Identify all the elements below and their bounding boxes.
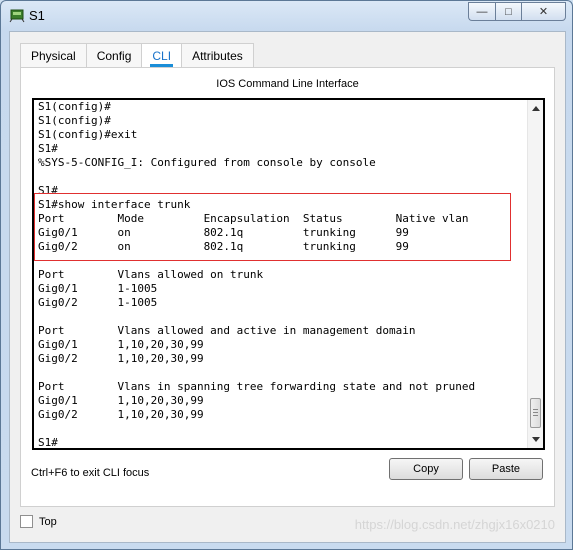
window-controls: — □ ✕ (468, 2, 566, 21)
packet-tracer-icon (9, 9, 25, 23)
panel-title: IOS Command Line Interface (216, 78, 359, 90)
cli-focus-hint: Ctrl+F6 to exit CLI focus (31, 467, 150, 479)
tab-physical[interactable]: Physical (20, 43, 87, 67)
scroll-up-icon[interactable] (532, 106, 540, 111)
watermark: https://blog.csdn.net/zhgjx16x0210 (354, 517, 555, 532)
highlight-box (34, 193, 511, 261)
tab-cli[interactable]: CLI (141, 43, 183, 67)
cli-panel: IOS Command Line Interface S1(config)# S… (20, 67, 555, 507)
tab-attributes[interactable]: Attributes (181, 43, 254, 67)
copy-button[interactable]: Copy (389, 458, 463, 480)
title-bar[interactable]: S1 — □ ✕ (1, 1, 572, 29)
top-label: Top (39, 515, 57, 528)
top-option[interactable]: Top (20, 515, 57, 528)
scroll-down-icon[interactable] (532, 437, 540, 442)
cli-console[interactable]: S1(config)# S1(config)# S1(config)#exit … (32, 98, 545, 450)
client-area: Physical Config CLI Attributes IOS Comma… (9, 31, 566, 543)
console-output[interactable]: S1(config)# S1(config)# S1(config)#exit … (38, 100, 475, 448)
top-checkbox[interactable] (20, 515, 33, 528)
close-button[interactable]: ✕ (521, 2, 566, 21)
scroll-thumb[interactable] (530, 398, 541, 428)
app-window: S1 — □ ✕ Physical Config CLI Attributes … (0, 0, 573, 550)
window-title: S1 (29, 8, 45, 23)
paste-button[interactable]: Paste (469, 458, 543, 480)
tab-config[interactable]: Config (85, 43, 143, 67)
maximize-button[interactable]: □ (495, 2, 521, 21)
vertical-scrollbar[interactable] (527, 100, 543, 448)
minimize-button[interactable]: — (468, 2, 495, 21)
tab-bar: Physical Config CLI Attributes (20, 43, 254, 67)
